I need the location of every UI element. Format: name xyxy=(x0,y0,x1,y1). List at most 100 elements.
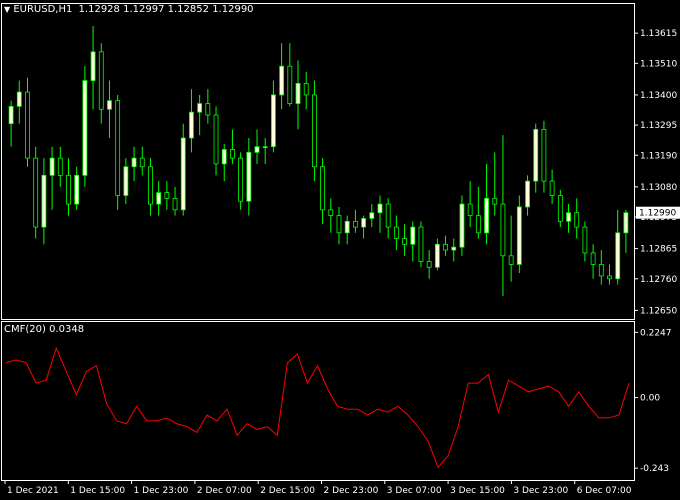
candle-body-bull xyxy=(156,192,162,205)
candle-body-bear xyxy=(549,180,555,196)
cmf-series xyxy=(5,346,630,469)
candle-body-bull xyxy=(295,83,301,104)
candle-body-bull xyxy=(107,100,112,110)
candle-body-bull xyxy=(484,197,489,234)
candle-body-bear xyxy=(312,94,317,168)
candle-body-bull xyxy=(90,51,96,81)
candle-body-bear xyxy=(57,157,63,176)
price-axis-label: 1.12865 xyxy=(640,245,677,255)
candle-body-bear xyxy=(402,238,407,245)
chart-canvas[interactable]: 1.13615 1.13510 1.13400 1.13295 1.13190 1.130… xyxy=(0,0,680,500)
candle-body-bear xyxy=(393,226,399,239)
candle-body-bull xyxy=(410,226,416,245)
time-axis-label: 3 Dec 15:00 xyxy=(450,486,505,496)
candle-body-bear xyxy=(590,252,596,265)
candle-body-bull xyxy=(344,220,350,234)
candle-body-bull xyxy=(516,206,522,265)
candle-body-bull xyxy=(197,103,203,113)
time-axis: 1 Dec 2021 1 Dec 15:00 1 Dec 23:00 2 Dec 07… xyxy=(4,480,632,496)
price-axis-label: 1.13615 xyxy=(640,29,677,39)
candle-body-bear xyxy=(25,91,30,159)
candle-body-bull xyxy=(82,80,88,176)
candle-body-bull xyxy=(189,111,194,139)
candle-body-bull xyxy=(221,149,227,165)
candle-body-bear xyxy=(98,51,104,110)
candle-body-bear xyxy=(541,128,547,182)
candlestick-series xyxy=(8,25,629,297)
candle-body-bull xyxy=(566,212,571,222)
candle-body-bear xyxy=(418,226,424,262)
candle-body-bear xyxy=(33,157,39,228)
time-axis-label: 1 Dec 2021 xyxy=(7,486,59,496)
candle-body-bull xyxy=(262,146,268,149)
time-axis-label: 2 Dec 23:00 xyxy=(324,486,379,496)
indicator-panel-border xyxy=(1,321,635,481)
candle-body-bull xyxy=(533,128,539,182)
price-axis-label: 1.13295 xyxy=(640,121,677,131)
candle-body-bear xyxy=(148,166,153,205)
candle-body-bull xyxy=(451,246,457,251)
candle-body-bear xyxy=(172,197,178,211)
time-axis-label: 1 Dec 15:00 xyxy=(70,486,125,496)
candle-body-bear xyxy=(607,275,612,280)
candle-body-bear xyxy=(213,114,219,165)
candle-body-bull xyxy=(123,166,129,196)
candle-body-bull xyxy=(279,65,285,96)
candle-body-bear xyxy=(508,255,514,265)
candle-body-bear xyxy=(352,220,358,228)
candle-body-bear xyxy=(320,166,325,211)
grid-lines xyxy=(1,3,635,481)
cmf-line xyxy=(5,346,630,469)
candle-body-bear xyxy=(303,83,309,96)
candle-body-bear xyxy=(467,203,473,216)
candle-body-bear xyxy=(385,203,391,228)
price-axis-label: 1.13400 xyxy=(640,91,677,101)
candle-body-bull xyxy=(16,91,22,107)
candle-body-bull xyxy=(361,218,366,228)
candle-body-bull xyxy=(246,151,252,202)
candle-body-bear xyxy=(500,203,506,257)
candle-body-bull xyxy=(615,232,621,280)
candle-body-bear xyxy=(582,226,588,254)
time-axis-label: 3 Dec 23:00 xyxy=(513,486,568,496)
candle-body-bull xyxy=(623,212,629,234)
time-axis-label: 3 Dec 07:00 xyxy=(387,486,442,496)
candle-body-bull xyxy=(131,157,137,168)
price-axis-label: 1.12760 xyxy=(640,275,677,285)
candle-body-bull xyxy=(525,180,530,208)
time-axis-label: 1 Dec 23:00 xyxy=(134,486,189,496)
candle-body-bear xyxy=(115,100,121,196)
price-axis-label: 1.13190 xyxy=(640,151,677,161)
candle-body-bear xyxy=(205,103,211,116)
candle-body-bull xyxy=(8,106,14,125)
candle-body-bear xyxy=(328,209,334,216)
candle-body-bull xyxy=(254,146,260,153)
candle-body-bear xyxy=(426,261,432,268)
candle-body-bear xyxy=(443,243,448,251)
candle-body-bull xyxy=(459,203,465,248)
current-price-label: 1.12990 xyxy=(639,209,676,219)
candle-body-bear xyxy=(230,149,235,159)
candle-body-bear xyxy=(287,65,293,104)
candle-body-bear xyxy=(598,264,604,277)
time-axis-label: 2 Dec 07:00 xyxy=(197,486,252,496)
candle-body-bull xyxy=(434,243,440,268)
candle-body-bear xyxy=(336,215,342,234)
candle-body-bull xyxy=(49,157,55,176)
candle-body-bull xyxy=(180,137,186,211)
candle-body-bull xyxy=(74,174,80,205)
price-panel-border xyxy=(1,3,635,320)
cmf-axis-label: -0.243 xyxy=(640,464,669,474)
candle-body-bull xyxy=(377,203,383,214)
candle-body-bear xyxy=(238,157,244,202)
candle-body-bull xyxy=(41,174,47,228)
cmf-axis-label: 0.00 xyxy=(640,394,660,404)
candle-body-bear xyxy=(66,174,71,205)
cmf-axis-label: 0.2247 xyxy=(640,328,672,338)
price-axis: 1.13615 1.13510 1.13400 1.13295 1.13190 1.130… xyxy=(634,29,680,474)
candle-body-bear xyxy=(164,192,170,199)
time-axis-label: 2 Dec 15:00 xyxy=(260,486,315,496)
time-axis-label: 6 Dec 07:00 xyxy=(577,486,632,496)
candle-body-bear xyxy=(139,157,145,168)
candle-body-bear xyxy=(475,215,481,234)
